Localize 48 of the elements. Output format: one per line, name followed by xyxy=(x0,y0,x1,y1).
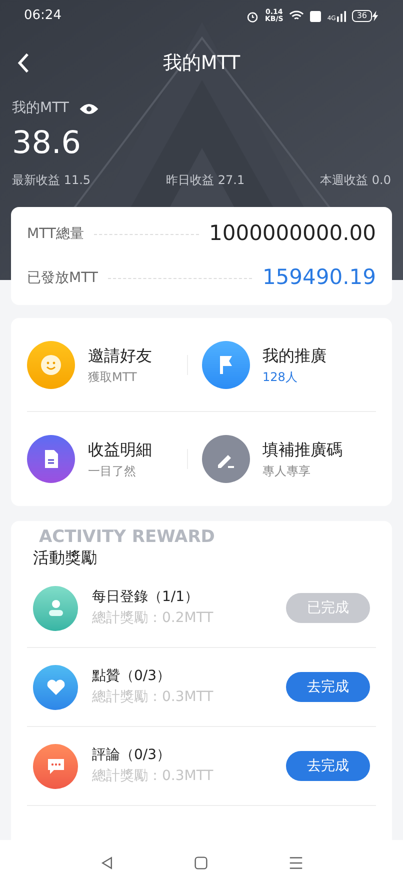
eye-icon[interactable] xyxy=(78,102,99,116)
person-icon xyxy=(33,586,78,630)
shortcut-title: 我的推廣 xyxy=(262,344,326,366)
task-reward: 總計獎勵：0.3MTT xyxy=(92,688,214,707)
task-button[interactable]: 去完成 xyxy=(286,751,370,781)
earnings-stat: 本週收益 0.0 xyxy=(320,172,391,189)
smile-icon xyxy=(27,340,75,388)
wifi-icon xyxy=(289,10,304,22)
shortcut-subtitle: 128人 xyxy=(262,368,298,386)
supply-label: MTT總量 xyxy=(27,224,84,244)
supply-value: 1000000000.00 xyxy=(208,220,376,248)
shortcut-title: 填補推廣碼 xyxy=(262,439,342,461)
menu-icon[interactable] xyxy=(288,856,303,870)
earnings-stat: 最新收益 11.5 xyxy=(12,172,91,189)
task-button[interactable]: 去完成 xyxy=(286,672,370,702)
hd-icon xyxy=(310,10,322,22)
task-title: 每日登錄（1/1） xyxy=(92,588,200,607)
chat-icon xyxy=(33,744,78,788)
status-time: 06:24 xyxy=(24,7,62,26)
earnings-stat: 昨日收益 27.1 xyxy=(166,172,245,189)
section-title: 活動獎勵 xyxy=(33,547,97,569)
shortcut-item[interactable]: 邀請好友 獲取MTT xyxy=(27,340,186,388)
task-title: 評論（0/3） xyxy=(92,746,172,765)
task-reward: 總計獎勵：0.2MTT xyxy=(92,609,214,628)
shortcut-subtitle: 專人專享 xyxy=(262,463,312,480)
shortcut-item[interactable]: 填補推廣碼 專人專享 xyxy=(202,435,376,483)
shortcut-item[interactable]: 我的推廣 128人 xyxy=(202,340,376,388)
task-title: 點贊（0/3） xyxy=(92,667,172,686)
home-nav-icon[interactable] xyxy=(194,856,208,870)
supply-value: 159490.19 xyxy=(262,264,376,292)
supply-label: 已發放MTT xyxy=(27,268,98,288)
pen-icon xyxy=(202,435,250,483)
back-nav-icon[interactable] xyxy=(100,856,114,870)
task-reward: 總計獎勵：0.3MTT xyxy=(92,767,214,786)
shortcut-item[interactable]: 收益明細 一目了然 xyxy=(27,435,186,483)
balance-label: 我的MTT xyxy=(12,99,69,118)
charging-icon xyxy=(372,10,379,22)
battery-level: 36 xyxy=(352,10,372,22)
shortcut-subtitle: 一目了然 xyxy=(88,463,137,480)
balance-value: 38.6 xyxy=(11,124,82,163)
section-watermark: ACTIVITY REWARD xyxy=(39,527,215,547)
document-icon xyxy=(27,435,75,483)
alarm-icon xyxy=(246,10,259,22)
page-title: 我的MTT xyxy=(162,50,240,76)
shortcut-title: 收益明細 xyxy=(88,439,152,461)
signal-icon xyxy=(336,10,346,22)
shortcut-subtitle: 獲取MTT xyxy=(88,368,138,386)
shortcut-title: 邀請好友 xyxy=(88,344,152,366)
